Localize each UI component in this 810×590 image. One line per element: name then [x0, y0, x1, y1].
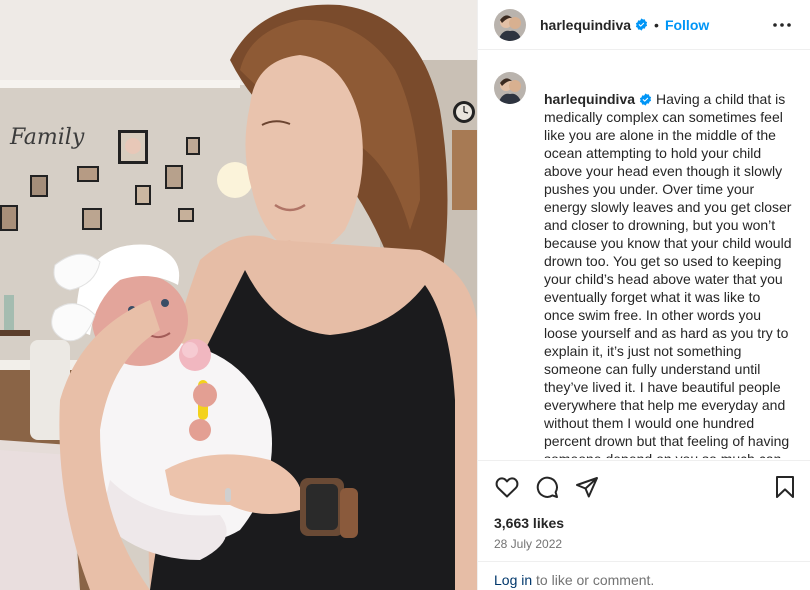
bookmark-icon[interactable]: [772, 474, 798, 500]
caption-scroll-area[interactable]: harlequindiva Having a child that is medi…: [478, 56, 810, 458]
more-options-icon[interactable]: [770, 13, 794, 37]
follow-button[interactable]: Follow: [665, 17, 709, 33]
verified-badge-icon: [635, 18, 648, 31]
caption-body: Having a child that is medically complex…: [544, 91, 792, 458]
likes-count[interactable]: 3,663 likes: [494, 515, 564, 531]
author-avatar[interactable]: [494, 8, 526, 41]
caption-row: harlequindiva Having a child that is medi…: [494, 72, 794, 458]
comment-prompt-text: to like or comment.: [532, 572, 655, 588]
post-header: harlequindiva • Follow: [478, 0, 810, 50]
comment-icon[interactable]: [534, 474, 560, 500]
comment-login-prompt: Log in to like or comment.: [478, 561, 810, 590]
author-username[interactable]: harlequindiva: [540, 17, 631, 33]
wall-sign-text: Family: [9, 125, 85, 150]
caption-username[interactable]: harlequindiva: [544, 91, 635, 107]
caption: harlequindiva Having a child that is medi…: [544, 72, 792, 458]
header-separator: •: [654, 16, 659, 33]
action-bar: [478, 460, 810, 512]
caption-author-avatar[interactable]: [494, 72, 526, 104]
post-photo[interactable]: Family: [0, 0, 477, 590]
post-date: 28 July 2022: [494, 537, 563, 551]
post-details-panel: harlequindiva • Follow harlequindiva Hav…: [477, 0, 810, 590]
heart-icon[interactable]: [494, 474, 520, 500]
login-link[interactable]: Log in: [494, 572, 532, 588]
caption-verified-badge-icon: [639, 93, 652, 106]
share-icon[interactable]: [574, 474, 600, 500]
photo-illustration: Family: [0, 0, 477, 590]
